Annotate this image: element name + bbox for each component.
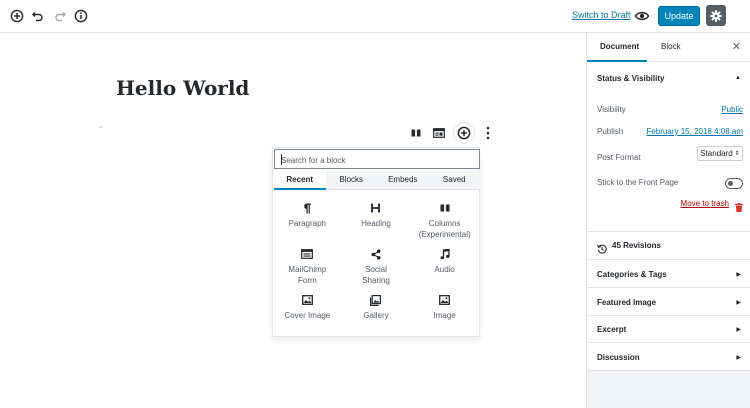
- block-item-label: Gallery: [363, 311, 389, 320]
- search-input-wrapper: [274, 149, 480, 170]
- caret-right-icon: ▶: [736, 272, 741, 278]
- visibility-value-link[interactable]: Public: [721, 105, 743, 114]
- block-placeholder-mark: [99, 126, 102, 128]
- post-title[interactable]: Hello World: [116, 76, 249, 100]
- panel-title-featured-image: Featured Image: [597, 298, 657, 307]
- caret-right-icon: ▶: [736, 327, 741, 333]
- block-item-columns[interactable]: Columns (Experimental): [410, 196, 479, 242]
- columns-icon[interactable]: [409, 124, 423, 142]
- featured-image-panel[interactable]: Featured Image ▶: [587, 288, 750, 316]
- post-format-select[interactable]: Standard ⇕: [697, 146, 743, 161]
- tab-block[interactable]: Block: [661, 42, 681, 51]
- sidebar-tabs: Document Block ✕: [587, 33, 750, 62]
- block-item-heading[interactable]: Heading: [342, 196, 411, 242]
- sticky-label: Stick to the Front Page: [597, 178, 679, 187]
- update-button[interactable]: Update: [658, 6, 700, 26]
- caret-right-icon: ▶: [736, 300, 741, 306]
- settings-button[interactable]: [706, 5, 726, 26]
- panel-title-discussion: Discussion: [597, 353, 640, 362]
- switch-to-draft-link[interactable]: Switch to Draft: [572, 10, 631, 20]
- publish-date-link[interactable]: February 15, 2018 4:08 am: [646, 127, 743, 136]
- block-item-label: Paragraph: [288, 219, 326, 228]
- music-note-icon: [439, 248, 451, 260]
- image-icon: [439, 294, 451, 306]
- move-to-trash-link[interactable]: Move to trash: [681, 199, 729, 208]
- more-vertical-icon[interactable]: [482, 124, 494, 142]
- block-inserter-popover: Recent Blocks Embeds Saved Paragraph Hea…: [272, 147, 480, 337]
- block-item-cover-image[interactable]: Cover Image: [273, 288, 342, 334]
- info-icon[interactable]: [73, 8, 89, 24]
- caret-right-icon: ▶: [736, 355, 741, 361]
- eye-icon[interactable]: [634, 8, 650, 24]
- block-item-label: Heading: [361, 219, 391, 228]
- sticky-toggle[interactable]: [725, 178, 743, 189]
- block-list: Paragraph Heading Columns (Experimental)…: [273, 196, 479, 334]
- panel-title-categories-tags: Categories & Tags: [597, 270, 667, 279]
- inserter-plus-icon[interactable]: [453, 122, 475, 144]
- post-format-label: Post Format: [597, 153, 641, 162]
- search-input[interactable]: [275, 151, 479, 170]
- select-arrows-icon: ⇕: [734, 151, 740, 157]
- block-item-gallery[interactable]: Gallery: [342, 288, 411, 334]
- paragraph-icon: [301, 202, 313, 214]
- panel-title-status-visibility[interactable]: Status & Visibility: [597, 74, 664, 83]
- close-icon[interactable]: ✕: [732, 42, 741, 53]
- visibility-label: Visibility: [597, 105, 626, 114]
- undo-icon[interactable]: [30, 8, 46, 24]
- categories-tags-panel[interactable]: Categories & Tags ▶: [587, 260, 750, 288]
- columns-icon: [439, 202, 451, 214]
- history-icon: [597, 241, 607, 254]
- block-item-audio[interactable]: Audio: [410, 242, 479, 288]
- block-item-label: Social Sharing: [362, 265, 390, 285]
- image-icon: [301, 294, 313, 306]
- text-caret: [281, 154, 282, 165]
- trash-icon[interactable]: [735, 199, 743, 212]
- block-item-label: Cover Image: [284, 311, 331, 320]
- tab-blocks[interactable]: Blocks: [326, 170, 378, 189]
- tab-embeds[interactable]: Embeds: [377, 170, 429, 189]
- add-block-icon[interactable]: [9, 8, 25, 24]
- block-item-image[interactable]: Image: [410, 288, 479, 334]
- redo-icon[interactable]: [52, 8, 68, 24]
- publish-label: Publish: [597, 127, 624, 136]
- revisions-panel[interactable]: 45 Revisions: [587, 232, 750, 260]
- form-icon: [301, 248, 314, 260]
- block-item-label: Columns (Experimental): [418, 219, 471, 239]
- tab-saved[interactable]: Saved: [429, 170, 481, 189]
- revisions-label: 45 Revisions: [612, 241, 661, 250]
- block-item-label: MailChimp Form: [288, 265, 327, 285]
- gear-icon: [710, 9, 722, 22]
- caret-up-icon[interactable]: ▲: [735, 75, 741, 81]
- excerpt-panel[interactable]: Excerpt ▶: [587, 316, 750, 343]
- block-item-social-sharing[interactable]: Social Sharing: [342, 242, 411, 288]
- block-item-label: Audio: [434, 265, 455, 274]
- panel-title-excerpt: Excerpt: [597, 325, 627, 334]
- settings-sidebar: Document Block ✕ Status & Visibility ▲ V…: [586, 33, 750, 408]
- layout-icon[interactable]: [432, 124, 446, 142]
- gallery-icon: [370, 294, 382, 306]
- editor-header: Switch to Draft Update: [0, 0, 750, 33]
- tab-recent[interactable]: Recent: [274, 170, 326, 190]
- block-item-label: Image: [433, 311, 456, 320]
- inserter-tabs: Recent Blocks Embeds Saved: [274, 170, 480, 190]
- discussion-panel[interactable]: Discussion ▶: [587, 343, 750, 371]
- tab-document[interactable]: Document: [600, 42, 639, 51]
- status-visibility-panel: Status & Visibility ▲ Visibility Public …: [587, 62, 750, 232]
- heading-icon: [370, 202, 382, 214]
- block-item-mailchimp-form[interactable]: MailChimp Form: [273, 242, 342, 288]
- share-icon: [370, 248, 382, 260]
- block-item-paragraph[interactable]: Paragraph: [273, 196, 342, 242]
- post-format-value: Standard: [700, 149, 733, 158]
